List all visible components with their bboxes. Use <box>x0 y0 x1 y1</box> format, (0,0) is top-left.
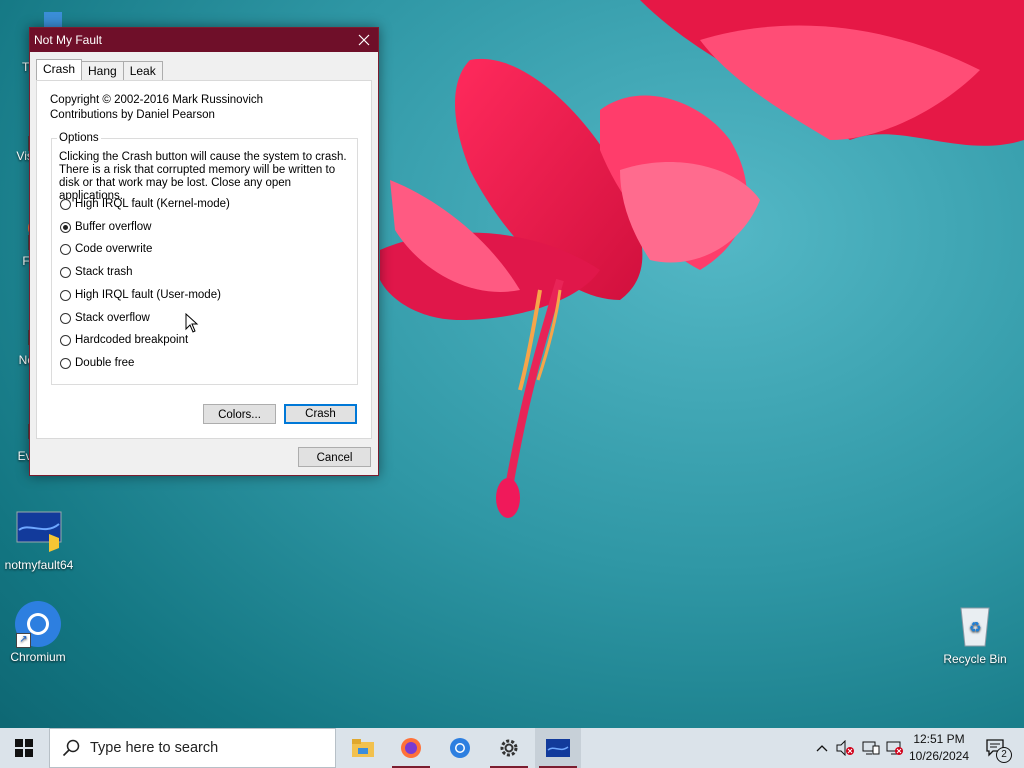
mouse-cursor-icon <box>185 313 199 333</box>
search-placeholder: Type here to search <box>90 740 219 756</box>
search-icon <box>62 739 80 757</box>
close-icon <box>358 34 370 46</box>
radio-button[interactable] <box>60 357 71 369</box>
monitor-warning-icon <box>886 741 903 755</box>
notmyfault-window: Not My Fault Crash Hang Leak Copyright ©… <box>29 27 379 476</box>
tray-network[interactable] <box>860 728 882 768</box>
taskbar-chromium[interactable] <box>437 728 483 768</box>
contributions-text: Contributions by Daniel Pearson <box>50 109 215 121</box>
file-explorer-icon <box>352 739 374 757</box>
radio-button[interactable] <box>60 334 71 346</box>
desktop-icon-label: Chromium <box>10 650 66 664</box>
radio-button[interactable] <box>60 198 71 210</box>
windows-logo-icon <box>15 739 33 757</box>
tab-crash[interactable]: Crash <box>36 59 83 80</box>
desktop-icon-label: Recycle Bin <box>943 652 1007 666</box>
desktop-icon-chromium[interactable]: ↗ Chromium <box>0 600 76 664</box>
option-label: Stack overflow <box>75 312 150 324</box>
option-buffer-overflow[interactable]: Buffer overflow <box>60 221 152 233</box>
option-hardcoded-breakpoint[interactable]: Hardcoded breakpoint <box>60 334 188 346</box>
copyright-text: Copyright © 2002-2016 Mark Russinovich <box>50 94 264 106</box>
copyright-block: Copyright © 2002-2016 Mark Russinovich C… <box>50 93 263 123</box>
option-label: Buffer overflow <box>75 221 152 233</box>
close-button[interactable] <box>350 28 378 52</box>
option-stack-overflow[interactable]: Stack overflow <box>60 312 150 324</box>
option-label: High IRQL fault (Kernel-mode) <box>75 198 230 210</box>
tab-hang[interactable]: Hang <box>81 61 124 80</box>
notmyfault-icon <box>15 508 63 556</box>
option-label: Hardcoded breakpoint <box>75 334 189 346</box>
option-code-overwrite[interactable]: Code overwrite <box>60 243 152 255</box>
radio-button[interactable] <box>60 266 71 278</box>
taskbar-firefox[interactable] <box>388 728 434 768</box>
option-high-irql-kernel[interactable]: High IRQL fault (Kernel-mode) <box>60 198 230 210</box>
notification-count-badge: 2 <box>996 747 1012 763</box>
taskbar: Type here to search 12:51 PM 10/26/2024 … <box>0 728 1024 768</box>
title-bar[interactable]: Not My Fault <box>30 28 378 52</box>
tab-strip: Crash Hang Leak <box>36 59 163 80</box>
clock-date: 10/26/2024 <box>908 749 970 763</box>
option-label: Stack trash <box>75 266 133 278</box>
start-button[interactable] <box>0 728 48 768</box>
notmyfault-icon <box>546 739 570 757</box>
tray-security[interactable] <box>884 728 906 768</box>
taskbar-settings[interactable] <box>486 728 532 768</box>
gear-icon <box>500 739 518 757</box>
crash-tab-panel: Copyright © 2002-2016 Mark Russinovich C… <box>36 80 372 439</box>
tray-show-hidden[interactable] <box>812 728 832 768</box>
option-double-free[interactable]: Double free <box>60 357 134 369</box>
svg-text:♻: ♻ <box>969 620 982 636</box>
desktop-icon-label: notmyfault64 <box>4 558 74 572</box>
network-icon <box>862 741 880 755</box>
option-stack-trash[interactable]: Stack trash <box>60 266 133 278</box>
option-label: High IRQL fault (User-mode) <box>75 289 221 301</box>
option-label: Code overwrite <box>75 243 153 255</box>
desktop-icon-notmyfault64[interactable]: notmyfault64 <box>0 508 78 572</box>
recycle-bin-icon: ♻ <box>951 602 999 650</box>
clock-time: 12:51 PM <box>913 732 965 746</box>
options-groupbox: Options Clicking the Crash button will c… <box>51 132 358 385</box>
options-description: Clicking the Crash button will cause the… <box>59 151 347 202</box>
radio-button[interactable] <box>60 289 71 301</box>
desktop-icon-recycle-bin[interactable]: ♻ Recycle Bin <box>937 602 1013 666</box>
chevron-up-icon <box>816 745 828 752</box>
cancel-button[interactable]: Cancel <box>298 447 371 467</box>
action-center-button[interactable]: 2 <box>976 728 1016 768</box>
chromium-icon <box>450 738 470 758</box>
speaker-muted-icon <box>836 740 854 756</box>
taskbar-clock[interactable]: 12:51 PM 10/26/2024 <box>906 731 972 765</box>
options-label: Options <box>57 132 101 144</box>
option-label: Double free <box>75 357 135 369</box>
shortcut-arrow-icon: ↗ <box>16 633 31 648</box>
taskbar-file-explorer[interactable] <box>340 728 386 768</box>
taskbar-notmyfault[interactable] <box>535 728 581 768</box>
tray-volume[interactable] <box>834 728 856 768</box>
colors-button[interactable]: Colors... <box>203 404 276 424</box>
crash-button[interactable]: Crash <box>284 404 357 424</box>
firefox-icon <box>401 738 421 758</box>
radio-button[interactable] <box>60 243 71 255</box>
chromium-icon: ↗ <box>14 600 62 648</box>
taskbar-search-box[interactable]: Type here to search <box>49 728 336 768</box>
radio-button[interactable] <box>60 312 71 324</box>
window-title: Not My Fault <box>34 33 103 47</box>
radio-button-selected[interactable] <box>60 221 71 233</box>
tab-leak[interactable]: Leak <box>122 61 163 80</box>
option-high-irql-user[interactable]: High IRQL fault (User-mode) <box>60 289 221 301</box>
